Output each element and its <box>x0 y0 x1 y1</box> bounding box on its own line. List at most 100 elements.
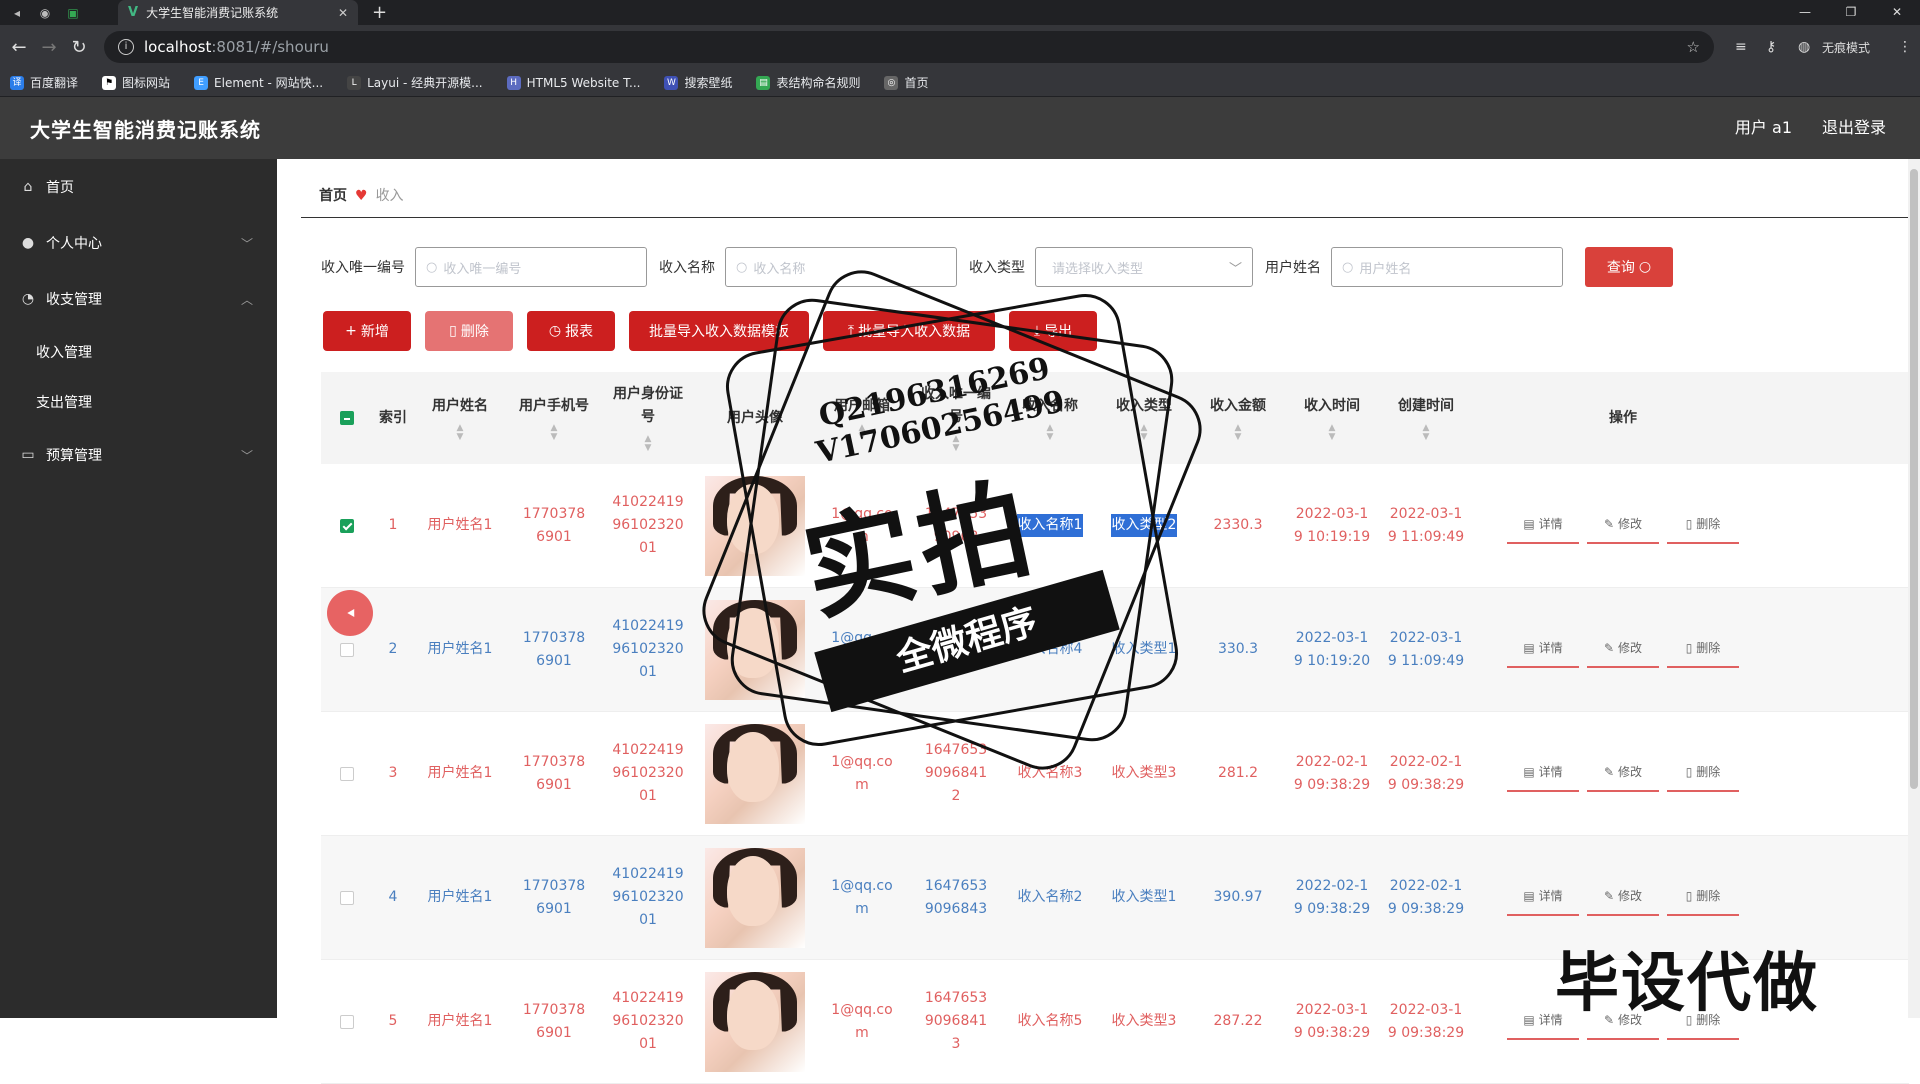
query-label: 查询 <box>1606 260 1635 276</box>
detail-button[interactable]: ▤ 详情 <box>1507 508 1579 544</box>
th-label: 收入金额 <box>1210 397 1266 414</box>
browser-tab[interactable]: V 大学生智能消费记账系统 ✕ <box>118 0 358 25</box>
bookmark-item[interactable]: L Layui - 经典开源模... <box>347 74 483 91</box>
sidebar-item-finance[interactable]: ◔ 收支管理 ︿ <box>0 271 277 327</box>
row-delete-button[interactable]: ▯ 删除 <box>1667 508 1739 544</box>
query-button[interactable]: 查询 ○ <box>1585 247 1673 287</box>
search-input-no[interactable]: ○ 收入唯一编号 <box>415 247 647 287</box>
close-icon[interactable]: ✕ <box>338 6 348 20</box>
search-select-type[interactable]: 请选择收入类型 ﹀ <box>1035 247 1253 287</box>
url-input[interactable]: i localhost:8081/#/shouru ☆ <box>104 31 1714 63</box>
row-checkbox[interactable] <box>340 518 354 533</box>
bookmark-item[interactable]: W 搜索壁纸 <box>664 74 732 91</box>
cell-name: 用户姓名1 <box>413 960 507 1083</box>
more-icon[interactable]: ⋮ <box>1898 25 1912 69</box>
cell-text: 410224199610232001 <box>612 494 684 556</box>
new-tab-icon[interactable]: + <box>372 0 387 25</box>
row-checkbox[interactable] <box>340 642 354 657</box>
plus-icon: + <box>345 323 357 339</box>
sort-icon[interactable]: ▲ ▼ <box>1423 423 1430 442</box>
sort-icon[interactable]: ▲ ▼ <box>645 435 652 453</box>
bookmark-label: 图标网站 <box>122 76 171 90</box>
info-icon[interactable]: i <box>118 39 134 55</box>
detail-button[interactable]: ▤ 详情 <box>1507 756 1579 792</box>
placeholder: 收入唯一编号 <box>443 261 522 277</box>
sidebar-item-label: 首页 <box>46 180 74 196</box>
select-all-cell <box>321 372 373 464</box>
edit-icon: ✎ <box>1603 641 1615 655</box>
sidebar-item-income[interactable]: 收入管理 <box>0 327 277 377</box>
reading-list-icon[interactable]: ≡ <box>1735 25 1747 69</box>
row-checkbox[interactable] <box>340 1014 354 1029</box>
bookmark-item[interactable]: H HTML5 Website T... <box>506 75 641 90</box>
scrollbar[interactable] <box>1908 159 1920 1018</box>
breadcrumb-home[interactable]: 首页 <box>319 188 347 204</box>
edit-button[interactable]: ✎ 修改 <box>1587 508 1659 544</box>
bookmark-item[interactable]: ◎ 首页 <box>884 74 929 91</box>
cell-ctime: 2022-03-19 09:38:29 <box>1379 960 1473 1083</box>
sort-icon[interactable]: ▲ ▼ <box>551 423 558 442</box>
add-button[interactable]: + 新增 <box>323 311 411 351</box>
sheet-icon[interactable]: ▣ <box>62 2 84 24</box>
cell-amount: 281.2 <box>1191 712 1285 835</box>
logout-link[interactable]: 退出登录 <box>1822 97 1886 159</box>
th-name[interactable]: 用户姓名 ▲ ▼ <box>413 372 507 464</box>
scrollbar-thumb[interactable] <box>1910 169 1918 789</box>
edit-button[interactable]: ✎ 修改 <box>1587 632 1659 668</box>
th-idcard[interactable]: 用户身份证号 ▲ ▼ <box>601 372 695 464</box>
forward-icon[interactable]: → <box>34 37 64 58</box>
op-label: 详情 <box>1538 517 1563 531</box>
row-delete-button[interactable]: ▯ 删除 <box>1667 880 1739 916</box>
th-amount[interactable]: 收入金额 ▲ ▼ <box>1191 372 1285 464</box>
report-label: 报表 <box>565 324 594 340</box>
op-label: 详情 <box>1538 765 1563 779</box>
sort-icon[interactable]: ▲ ▼ <box>457 423 464 442</box>
key-icon[interactable]: ⚷ <box>1766 25 1776 69</box>
cell-ops: ▤ 详情 ✎ 修改 ▯ 删除 <box>1473 712 1773 835</box>
restore-icon[interactable]: ❐ <box>1828 0 1874 25</box>
globe-icon[interactable]: ◉ <box>34 2 56 24</box>
report-button[interactable]: ◷ 报表 <box>527 311 615 351</box>
detail-button[interactable]: ▤ 详情 <box>1507 880 1579 916</box>
cell-avatar <box>695 836 815 959</box>
sidebar-item-home[interactable]: ⌂ 首页 <box>0 159 277 215</box>
chevron-down-icon: ﹀ <box>240 236 253 251</box>
search-input-user[interactable]: ○ 用户姓名 <box>1331 247 1563 287</box>
bookmark-item[interactable]: ⚑ 图标网站 <box>102 74 170 91</box>
back-icon[interactable]: ← <box>4 37 34 58</box>
trash-icon: ▯ <box>1685 517 1693 531</box>
reload-icon[interactable]: ↻ <box>64 37 94 58</box>
edit-button[interactable]: ✎ 修改 <box>1587 880 1659 916</box>
audio-icon[interactable]: ◂ <box>6 2 28 24</box>
cell-text: 16476539096843 <box>924 877 988 917</box>
placeholder: 用户姓名 <box>1359 261 1412 277</box>
row-checkbox[interactable] <box>340 766 354 781</box>
select-all-checkbox[interactable] <box>340 411 354 425</box>
star-icon[interactable]: ☆ <box>1687 38 1700 56</box>
sidebar-item-expense[interactable]: 支出管理 <box>0 377 277 427</box>
incognito-icon[interactable]: ◍ <box>1798 25 1810 69</box>
row-delete-button[interactable]: ▯ 删除 <box>1667 632 1739 668</box>
delete-button[interactable]: ▯ 删除 <box>425 311 513 351</box>
bookmark-item[interactable]: 译百度翻译 <box>10 74 78 91</box>
th-ctime[interactable]: 创建时间 ▲ ▼ <box>1379 372 1473 464</box>
minimize-icon[interactable]: — <box>1782 0 1828 25</box>
sidebar-item-budget[interactable]: ▭ 预算管理 ﹀ <box>0 427 277 483</box>
op-label: 删除 <box>1696 517 1721 531</box>
cell-phone: 17703786901 <box>507 588 601 711</box>
doc-icon: ▤ <box>1523 889 1535 903</box>
th-phone[interactable]: 用户手机号 ▲ ▼ <box>507 372 601 464</box>
row-checkbox[interactable] <box>340 890 354 905</box>
close-window-icon[interactable]: ✕ <box>1874 0 1920 25</box>
edit-button[interactable]: ✎ 修改 <box>1587 756 1659 792</box>
sort-icon[interactable]: ▲ ▼ <box>1329 423 1336 442</box>
th-itime[interactable]: 收入时间 ▲ ▼ <box>1285 372 1379 464</box>
search-form: 收入唯一编号 ○ 收入唯一编号 收入名称 ○ 收入名称 收入类型 请选择收入类型 ﹀ … <box>321 247 1673 287</box>
detail-button[interactable]: ▤ 详情 <box>1507 632 1579 668</box>
sidebar-item-profile[interactable]: ● 个人中心 ﹀ <box>0 215 277 271</box>
bookmark-item[interactable]: E Element - 网站快... <box>194 74 323 91</box>
row-delete-button[interactable]: ▯ 删除 <box>1667 756 1739 792</box>
bookmark-item[interactable]: ▤ 表结构命名规则 <box>756 74 860 91</box>
sort-icon[interactable]: ▲ ▼ <box>1235 423 1242 442</box>
bookmark-label: HTML5 Website T... <box>526 75 641 90</box>
